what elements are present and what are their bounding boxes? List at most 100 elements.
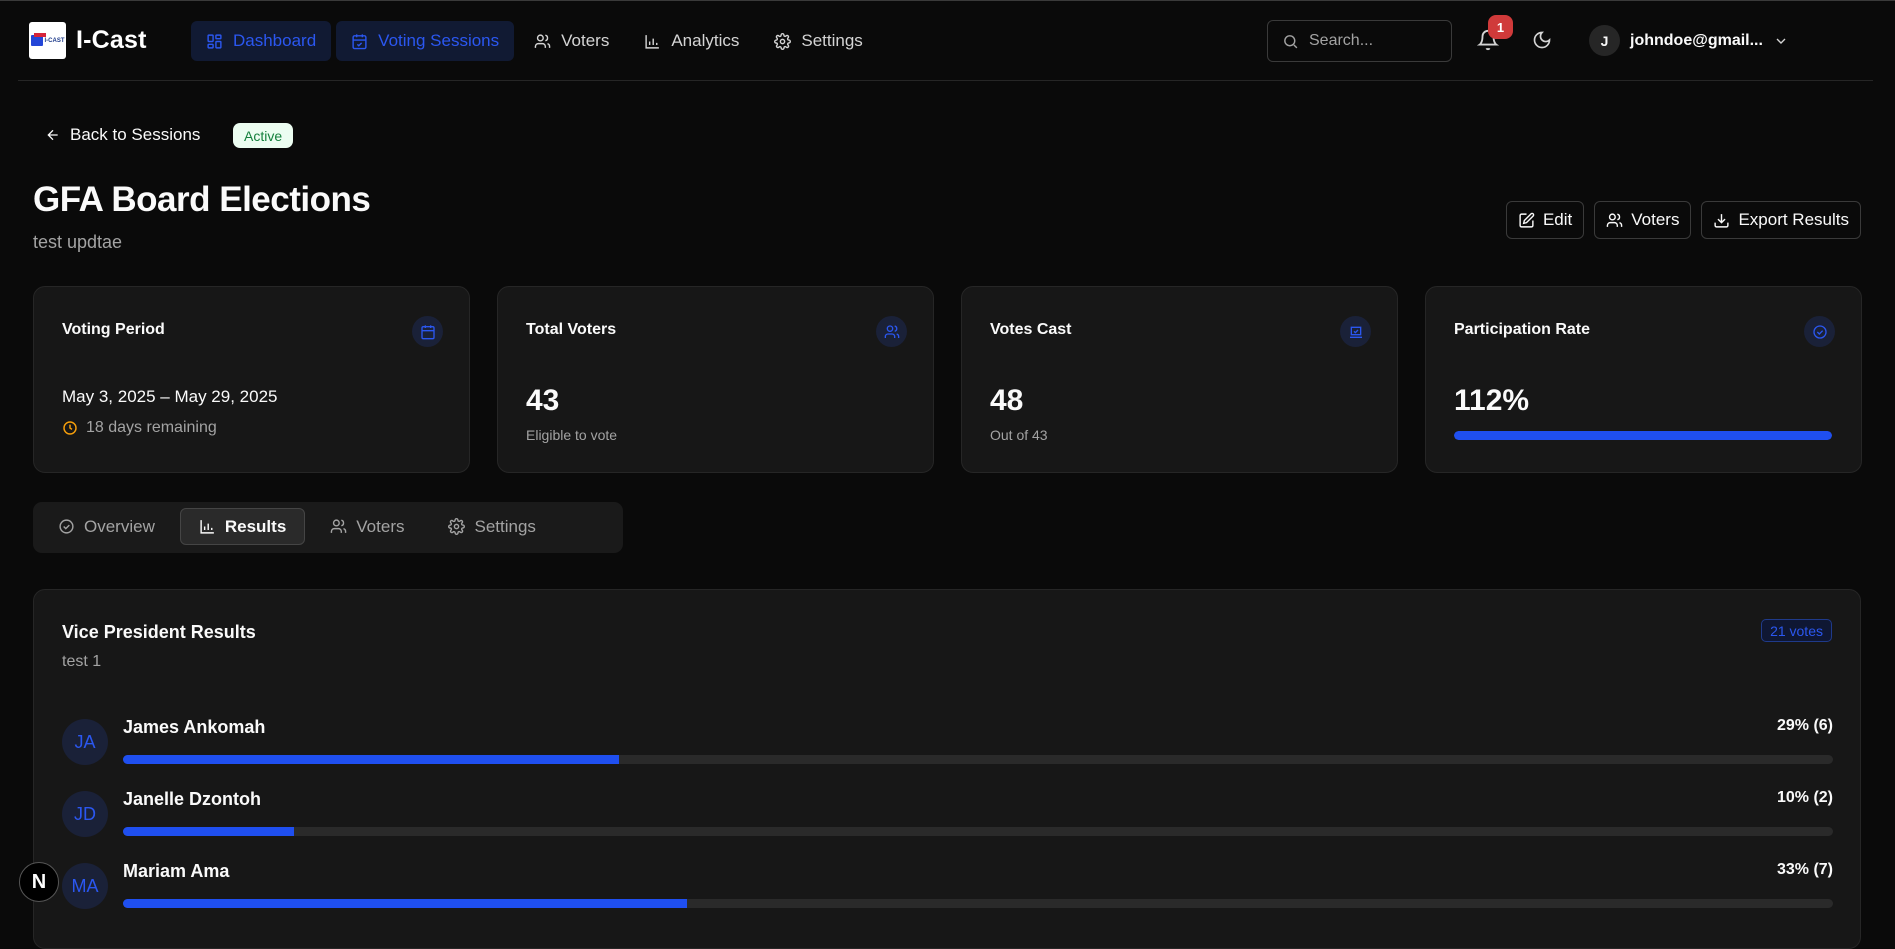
candidate-name: Mariam Ama <box>123 861 230 881</box>
candidate-result-row: JD Janelle Dzontoh 10% (2) <box>62 785 1833 845</box>
candidate-vote-bar <box>123 755 1833 764</box>
position-results-card: Vice President Results test 1 21 votes J… <box>33 589 1861 949</box>
candidate-vote-bar-fill <box>123 755 619 764</box>
users-icon <box>330 519 347 533</box>
tab-voters[interactable]: Voters <box>311 508 423 545</box>
tab-overview[interactable]: Overview <box>39 508 174 545</box>
logo-text-mark: I-CAST <box>44 37 65 44</box>
user-avatar: J <box>1589 25 1620 56</box>
nav-analytics[interactable]: Analytics <box>629 21 754 61</box>
nav-dashboard-label: Dashboard <box>233 31 317 50</box>
check-circle-icon <box>59 519 74 534</box>
votes-cast-value: 48 <box>990 384 1024 417</box>
calendar-icon <box>412 316 443 347</box>
nav-settings[interactable]: Settings <box>759 21 877 61</box>
nextjs-dev-badge[interactable]: N <box>19 862 59 902</box>
time-remaining-label: 18 days remaining <box>86 419 217 436</box>
search-input[interactable] <box>1309 32 1439 50</box>
user-menu[interactable]: J johndoe@gmail... <box>1589 25 1789 56</box>
voters-label: Voters <box>1631 210 1680 229</box>
nav-voters[interactable]: Voters <box>519 21 624 61</box>
tab-results-label: Results <box>224 516 287 536</box>
notification-count-badge: 1 <box>1488 15 1513 39</box>
candidate-avatar: JD <box>62 791 108 837</box>
participation-rate-card: Participation Rate 112% <box>1425 286 1862 473</box>
session-description: test updtae <box>33 232 123 252</box>
nav-analytics-label: Analytics <box>671 31 740 50</box>
tab-settings[interactable]: Settings <box>429 508 554 545</box>
tab-overview-label: Overview <box>84 516 155 536</box>
session-tabs: Overview Results Voters Settings <box>33 502 623 553</box>
nav-settings-label: Settings <box>801 31 863 50</box>
participation-rate-value: 112% <box>1454 384 1530 417</box>
page-title: GFA Board Elections <box>33 180 371 219</box>
voting-period-card: Voting Period May 3, 2025 – May 29, 2025… <box>33 286 470 473</box>
candidate-vote-share: 33% (7) <box>1776 861 1833 878</box>
card-title: Votes Cast <box>990 321 1072 338</box>
app-logo: I-CAST <box>29 22 66 59</box>
nav-voting-sessions[interactable]: Voting Sessions <box>336 21 515 61</box>
position-description: test 1 <box>62 653 102 670</box>
bar-chart-icon <box>200 520 214 534</box>
voters-button[interactable]: Voters <box>1594 201 1692 239</box>
back-to-sessions-link[interactable]: Back to Sessions <box>45 125 200 145</box>
votes-cast-sub: Out of 43 <box>990 427 1048 443</box>
session-actions: Edit Voters Export Results <box>1505 201 1861 239</box>
position-title: Vice President Results <box>62 622 256 642</box>
bar-chart-icon <box>645 34 660 49</box>
arrow-left-icon <box>47 129 58 141</box>
ballot-box-icon <box>1340 316 1371 347</box>
card-title: Voting Period <box>62 321 165 338</box>
tab-voters-label: Voters <box>356 516 405 536</box>
card-title: Participation Rate <box>1454 321 1591 338</box>
app-name: I-Cast <box>76 26 147 54</box>
check-circle-icon <box>1804 316 1835 347</box>
download-icon <box>1714 213 1730 228</box>
edit-icon <box>1519 212 1535 228</box>
candidate-name: James Ankomah <box>123 717 266 737</box>
clock-icon <box>63 421 77 435</box>
votes-cast-card: Votes Cast 48 Out of 43 <box>961 286 1398 473</box>
total-voters-card: Total Voters 43 Eligible to vote <box>497 286 934 473</box>
search-icon <box>1284 34 1298 48</box>
chevron-down-icon <box>1776 38 1786 44</box>
voting-period-range: May 3, 2025 – May 29, 2025 <box>62 387 278 406</box>
top-navigation-bar: I-CAST I-Cast Dashboard Voting Sessions … <box>0 0 1895 81</box>
total-voters-sub: Eligible to vote <box>526 427 618 443</box>
total-votes-badge: 21 votes <box>1761 619 1832 642</box>
dashboard-icon <box>207 33 222 49</box>
tab-settings-label: Settings <box>474 516 536 536</box>
candidate-vote-bar-fill <box>123 899 688 908</box>
candidate-avatar: MA <box>62 863 108 909</box>
moon-icon[interactable] <box>1532 30 1552 50</box>
participation-progress-fill <box>1454 431 1832 440</box>
nav-voting-sessions-label: Voting Sessions <box>378 31 500 50</box>
candidate-avatar: JA <box>62 719 108 765</box>
card-title: Total Voters <box>526 321 617 338</box>
brand[interactable]: I-CAST I-Cast <box>29 22 147 59</box>
candidate-name: Janelle Dzontoh <box>123 789 262 809</box>
nav-voters-label: Voters <box>561 31 610 50</box>
candidate-vote-bar-fill <box>123 827 294 836</box>
candidate-vote-share: 10% (2) <box>1776 789 1833 806</box>
participation-progress-bar <box>1454 431 1832 440</box>
calendar-icon <box>352 33 367 49</box>
candidate-result-row: JA James Ankomah 29% (6) <box>62 713 1833 773</box>
edit-button[interactable]: Edit <box>1505 201 1585 239</box>
nav-dashboard[interactable]: Dashboard <box>191 21 332 61</box>
candidate-result-row: MA Mariam Ama 33% (7) <box>62 857 1833 917</box>
back-label: Back to Sessions <box>70 125 201 144</box>
header-divider <box>18 80 1873 81</box>
status-badge: Active <box>233 123 294 148</box>
users-icon <box>1606 212 1623 227</box>
export-results-button[interactable]: Export Results <box>1701 201 1861 239</box>
candidate-vote-bar <box>123 899 1833 908</box>
gear-icon <box>774 32 792 50</box>
search-box[interactable] <box>1267 20 1452 62</box>
candidate-vote-share: 29% (6) <box>1776 717 1833 734</box>
edit-label: Edit <box>1542 210 1573 229</box>
users-icon <box>534 33 551 48</box>
tab-results[interactable]: Results <box>179 508 306 545</box>
user-email: johndoe@gmail... <box>1630 31 1763 49</box>
time-remaining: 18 days remaining <box>62 419 217 437</box>
